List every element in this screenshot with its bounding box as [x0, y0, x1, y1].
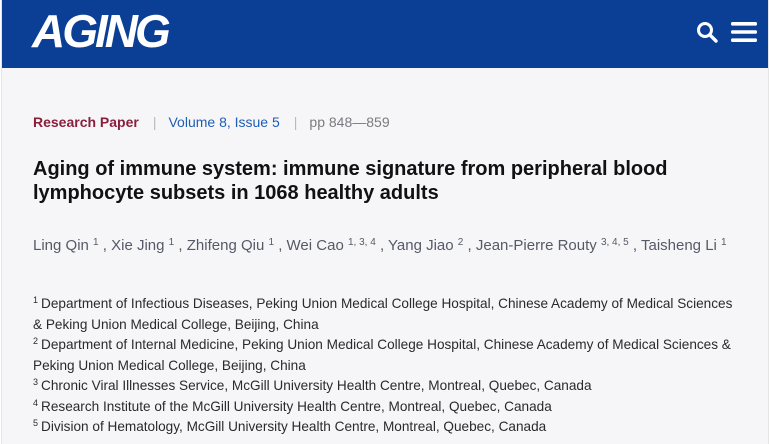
article-meta: Research Paper | Volume 8, Issue 5 | pp 848—… [33, 113, 390, 131]
meta-separator: | [293, 114, 298, 130]
volume-issue-link[interactable]: Volume 8, Issue 5 [168, 114, 279, 130]
author-affiliation-ref[interactable]: 1 [169, 237, 175, 248]
affiliation-number: 2 [33, 336, 39, 346]
author-name[interactable]: Taisheng Li [641, 237, 717, 254]
author-name[interactable]: Yang Jiao [388, 237, 454, 254]
author-name[interactable]: Ling Qin [33, 237, 89, 254]
paper-type-link[interactable]: Research Paper [33, 114, 139, 130]
page-range: pp 848—859 [309, 114, 390, 130]
author-affiliation-ref[interactable]: 3, 4, 5 [601, 237, 629, 248]
affiliation-item: 4 Research Institute of the McGill Univer… [33, 397, 743, 418]
author-affiliation-ref[interactable]: 1 [268, 237, 274, 248]
affiliation-text: Division of Hematology, McGill Universit… [41, 419, 547, 434]
affiliation-item: 2 Department of Internal Medicine, Peking… [33, 335, 743, 376]
author-list: Ling Qin 1 , Xie Jing 1 , Zhifeng Qiu 1 … [33, 234, 733, 258]
meta-separator: | [152, 114, 157, 130]
author-name[interactable]: Jean-Pierre Routy [476, 237, 597, 254]
affiliation-text: Chronic Viral Illnesses Service, McGill … [41, 378, 592, 393]
author-item: Xie Jing 1 , [111, 237, 187, 254]
author-item: Zhifeng Qiu 1 , [186, 237, 287, 254]
affiliation-number: 4 [33, 397, 39, 408]
page: AGING Research Paper | Volume 8, Issue 5 | p… [1, 0, 769, 444]
search-icon[interactable] [695, 20, 719, 44]
affiliation-item: 3 Chronic Viral Illnesses Service, McGill… [33, 376, 743, 397]
author-item: Taisheng Li 1 [641, 237, 727, 254]
author-affiliation-ref[interactable]: 1 [93, 237, 99, 248]
author-item: Ling Qin 1 , [33, 237, 112, 254]
author-item: Wei Cao 1, 3, 4 , [286, 237, 389, 254]
affiliation-text: Research Institute of the McGill Univers… [41, 398, 552, 414]
affiliation-text: Department of Internal Medicine, Peking … [33, 337, 731, 373]
author-name[interactable]: Xie Jing [111, 237, 164, 254]
author-name[interactable]: Zhifeng Qiu [187, 237, 265, 254]
author-affiliation-ref[interactable]: 1, 3, 4 [348, 237, 376, 248]
affiliation-item: 1 Department of Infectious Diseases, Peki… [33, 294, 743, 335]
author-affiliation-ref[interactable]: 1 [721, 237, 727, 248]
affiliation-text: Department of Infectious Diseases, Pekin… [33, 296, 733, 332]
affiliation-list: 1 Department of Infectious Diseases, Peki… [33, 294, 743, 438]
article-title: Aging of immune system: immune signature… [33, 158, 668, 204]
hamburger-menu-icon[interactable] [730, 19, 758, 45]
affiliation-number: 5 [33, 418, 39, 428]
author-affiliation-ref[interactable]: 2 [458, 237, 464, 248]
affiliation-item: 5 Division of Hematology, McGill Universi… [33, 417, 743, 438]
author-name[interactable]: Wei Cao [287, 237, 344, 254]
author-item: Jean-Pierre Routy 3, 4, 5 , [475, 237, 641, 254]
affiliation-number: 1 [33, 295, 39, 305]
aging-logo[interactable]: AGING [32, 6, 171, 56]
author-item: Yang Jiao 2 , [388, 237, 476, 254]
site-header: AGING [2, 0, 768, 68]
affiliation-number: 3 [33, 377, 39, 387]
